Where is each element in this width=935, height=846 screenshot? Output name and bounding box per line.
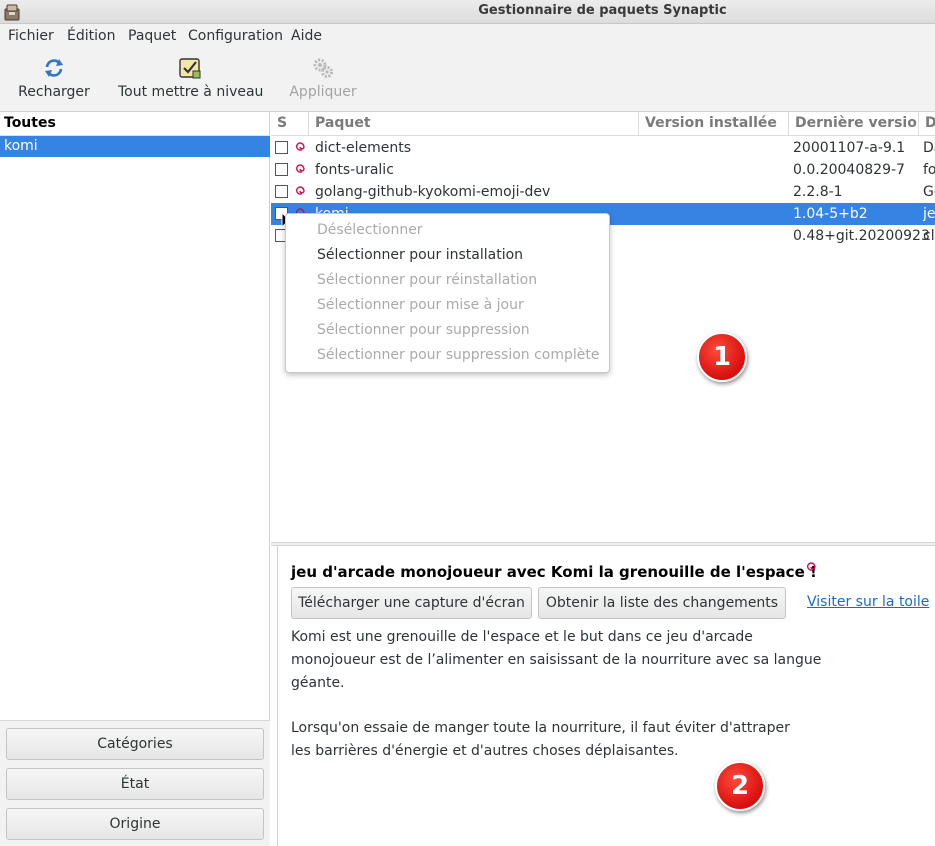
package-details: jeu d'arcade monojoueur avec Komi la gre… <box>277 546 935 846</box>
apply-button[interactable]: Appliquer <box>286 56 360 100</box>
package-name: fonts-uralic <box>315 162 394 178</box>
menu-fichier[interactable]: Fichier <box>8 28 54 44</box>
description-line: les barrières d'énergie et d'autres chos… <box>291 743 679 759</box>
reload-button[interactable]: Recharger <box>14 56 94 100</box>
description-line: Komi est une grenouille de l'espace et l… <box>291 629 753 645</box>
debian-swirl-icon <box>295 164 305 173</box>
categories-button[interactable]: Catégories <box>6 728 264 760</box>
description-line: Lorsqu'on essaie de manger toute la nour… <box>291 720 790 736</box>
column-status[interactable]: S <box>271 112 309 136</box>
menu-item-unmark[interactable]: Désélectionner <box>317 222 423 238</box>
sidebar-view-buttons: Catégories État Origine <box>0 720 270 846</box>
menu-paquet[interactable]: Paquet <box>128 28 176 44</box>
debian-swirl-icon <box>295 186 305 195</box>
menu-item-mark-removal[interactable]: Sélectionner pour suppression <box>317 322 530 338</box>
table-row[interactable]: fonts-uralic 0.0.20040829-7 fo <box>271 159 935 181</box>
row-checkbox[interactable] <box>275 185 288 198</box>
package-context-menu: Désélectionner Sélectionner pour install… <box>285 213 610 373</box>
menu-item-mark-install[interactable]: Sélectionner pour installation <box>317 247 523 263</box>
debian-swirl-icon <box>295 142 305 151</box>
get-changelog-button[interactable]: Obtenir la liste des changements <box>538 587 786 619</box>
filter-list-header[interactable]: Toutes <box>0 112 270 136</box>
description-paragraph-2: Lorsqu'on essaie de manger toute la nour… <box>291 717 790 763</box>
menu-edition[interactable]: Édition <box>67 28 115 44</box>
menu-bar: Fichier Édition Paquet Configuration Aid… <box>0 24 935 48</box>
column-installed-version[interactable]: Version installée <box>639 112 789 136</box>
title-bar: Gestionnaire de paquets Synaptic <box>0 0 935 24</box>
upgrade-all-button[interactable]: Tout mettre à niveau <box>118 56 264 100</box>
filter-sidebar: Toutes komi Catégories État Origine <box>0 112 270 846</box>
toolbar: Recharger Tout mettre à niveau Appliquer <box>0 48 935 112</box>
package-name: dict-elements <box>315 140 412 156</box>
annotation-badge-1: 1 <box>697 332 747 382</box>
menu-item-mark-reinstall[interactable]: Sélectionner pour réinstallation <box>317 272 537 288</box>
column-description[interactable]: D <box>919 112 935 136</box>
package-description: Go <box>923 184 935 200</box>
visit-homepage-link[interactable]: Visiter sur la toile <box>807 594 929 610</box>
upgrade-label: Tout mettre à niveau <box>118 84 264 100</box>
description-line: géante. <box>291 675 345 691</box>
filter-item-komi[interactable]: komi <box>0 136 270 157</box>
package-description: fo <box>923 162 935 178</box>
status-button[interactable]: État <box>6 768 264 800</box>
latest-version: 1.04-5+b2 <box>793 206 868 222</box>
menu-item-mark-purge[interactable]: Sélectionner pour suppression complète <box>317 347 600 363</box>
table-row[interactable]: dict-elements 20001107-a-9.1 Da <box>271 137 935 159</box>
table-row[interactable]: golang-github-kyokomi-emoji-dev 2.2.8-1 … <box>271 181 935 203</box>
package-description: cl <box>923 228 935 244</box>
column-latest-version[interactable]: Dernière version <box>789 112 919 136</box>
description-paragraph-1: Komi est une grenouille de l'espace et l… <box>291 626 821 695</box>
origin-button[interactable]: Origine <box>6 808 264 840</box>
menu-configuration[interactable]: Configuration <box>188 28 283 44</box>
upgrade-icon <box>179 58 201 79</box>
get-screenshot-button[interactable]: Télécharger une capture d'écran <box>291 587 532 619</box>
menu-item-mark-upgrade[interactable]: Sélectionner pour mise à jour <box>317 297 524 313</box>
latest-version: 0.0.20040829-7 <box>793 162 905 178</box>
reload-icon <box>45 59 63 77</box>
row-checkbox[interactable] <box>275 141 288 154</box>
description-line: monojoueur est de l’alimenter en saisiss… <box>291 652 822 668</box>
latest-version: 20001107-a-9.1 <box>793 140 906 156</box>
row-checkbox[interactable] <box>275 163 288 176</box>
latest-version: 0.48+git.20200923 <box>793 228 930 244</box>
apply-label: Appliquer <box>289 84 357 100</box>
window-title: Gestionnaire de paquets Synaptic <box>478 3 727 18</box>
apply-gears-icon <box>313 58 333 78</box>
column-package[interactable]: Paquet <box>309 112 639 136</box>
latest-version: 2.2.8-1 <box>793 184 843 200</box>
reload-label: Recharger <box>18 84 90 100</box>
package-description: je <box>923 206 935 222</box>
package-description: Da <box>923 140 935 156</box>
package-summary: jeu d'arcade monojoueur avec Komi la gre… <box>291 563 817 581</box>
package-name: golang-github-kyokomi-emoji-dev <box>315 184 551 200</box>
debian-swirl-icon <box>806 562 816 571</box>
annotation-badge-2: 2 <box>715 761 765 811</box>
menu-aide[interactable]: Aide <box>291 28 322 44</box>
